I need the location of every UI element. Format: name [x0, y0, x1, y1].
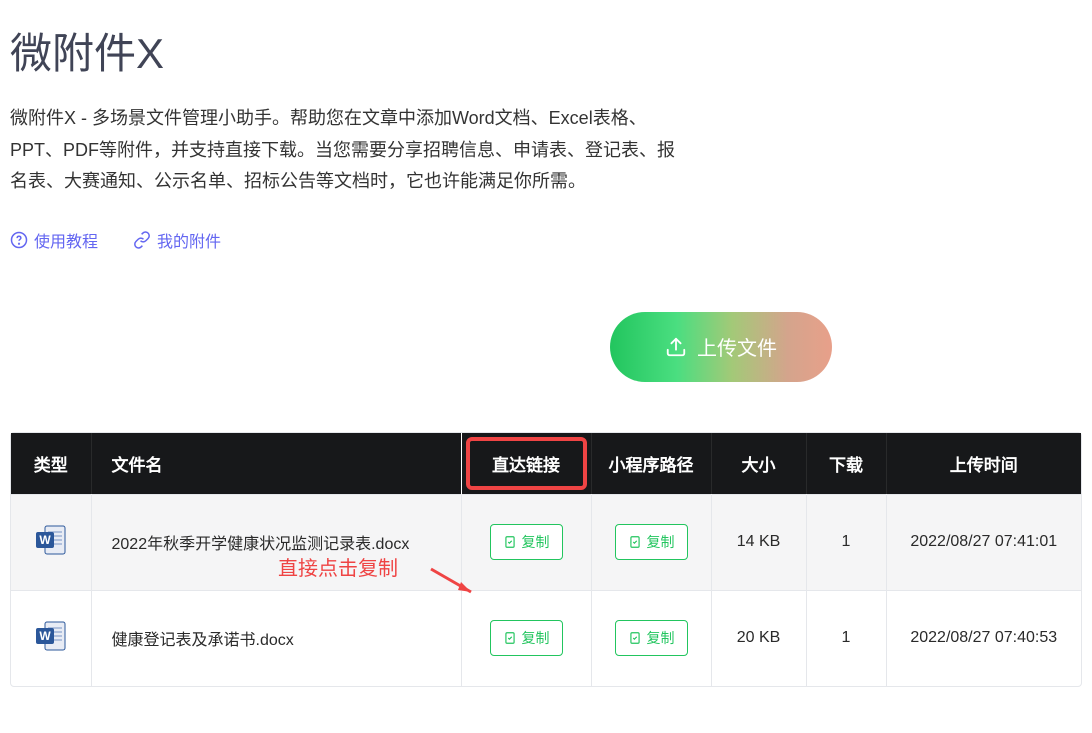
cell-upload-time: 2022/08/27 07:40:53 [886, 590, 1081, 686]
cell-direct-link: 复制 [461, 590, 591, 686]
cell-filename: 2022年秋季开学健康状况监测记录表.docx [91, 494, 461, 590]
copy-button-label: 复制 [522, 532, 550, 552]
word-file-icon: W [34, 523, 68, 557]
copy-path-button[interactable]: 复制 [615, 620, 688, 656]
my-attachments-link[interactable]: 我的附件 [133, 228, 221, 252]
my-attachments-link-label: 我的附件 [157, 228, 221, 252]
th-type: 类型 [11, 433, 91, 495]
file-table: 类型 文件名 直达链接 小程序路径 大小 下载 上传时间 [11, 433, 1081, 686]
th-direct-link-label: 直达链接 [492, 456, 560, 475]
page-description: 微附件X - 多场景文件管理小助手。帮助您在文章中添加Word文档、Excel表… [10, 103, 690, 198]
link-icon [133, 231, 151, 249]
upload-row: 上传文件 [0, 262, 1092, 422]
upload-icon [665, 336, 687, 358]
copy-direct-link-button[interactable]: 复制 [490, 620, 563, 656]
th-size: 大小 [711, 433, 806, 495]
cell-size: 20 KB [711, 590, 806, 686]
th-name: 文件名 [91, 433, 461, 495]
copy-button-label: 复制 [647, 532, 675, 552]
th-mini-program-path: 小程序路径 [591, 433, 711, 495]
links-row: 使用教程 我的附件 [10, 228, 1082, 252]
th-downloads: 下载 [806, 433, 886, 495]
copy-direct-link-button[interactable]: 复制 [490, 524, 563, 560]
table-row: W 健康登记表及承诺书.docx 复制 复制 [11, 590, 1081, 686]
svg-text:W: W [39, 533, 51, 547]
copy-button-label: 复制 [522, 628, 550, 648]
cell-type: W [11, 590, 91, 686]
cell-mini-program-path: 复制 [591, 590, 711, 686]
cell-downloads: 1 [806, 590, 886, 686]
tutorial-link[interactable]: 使用教程 [10, 228, 98, 252]
th-upload-time: 上传时间 [886, 433, 1081, 495]
copy-path-button[interactable]: 复制 [615, 524, 688, 560]
question-circle-icon [10, 231, 28, 249]
upload-button[interactable]: 上传文件 [610, 312, 832, 382]
cell-direct-link: 复制 [461, 494, 591, 590]
cell-upload-time: 2022/08/27 07:41:01 [886, 494, 1081, 590]
header-section: 微附件X 微附件X - 多场景文件管理小助手。帮助您在文章中添加Word文档、E… [0, 0, 1092, 262]
cell-filename: 健康登记表及承诺书.docx [91, 590, 461, 686]
cell-type: W [11, 494, 91, 590]
word-file-icon: W [34, 619, 68, 653]
svg-text:W: W [39, 629, 51, 643]
file-table-container: 类型 文件名 直达链接 小程序路径 大小 下载 上传时间 [10, 432, 1082, 687]
cell-mini-program-path: 复制 [591, 494, 711, 590]
cell-size: 14 KB [711, 494, 806, 590]
cell-downloads: 1 [806, 494, 886, 590]
upload-button-label: 上传文件 [697, 332, 777, 361]
table-row: W 2022年秋季开学健康状况监测记录表.docx 复制 复制 [11, 494, 1081, 590]
page-title: 微附件X [10, 20, 1082, 81]
copy-button-label: 复制 [647, 628, 675, 648]
tutorial-link-label: 使用教程 [34, 228, 98, 252]
th-direct-link: 直达链接 [461, 433, 591, 495]
